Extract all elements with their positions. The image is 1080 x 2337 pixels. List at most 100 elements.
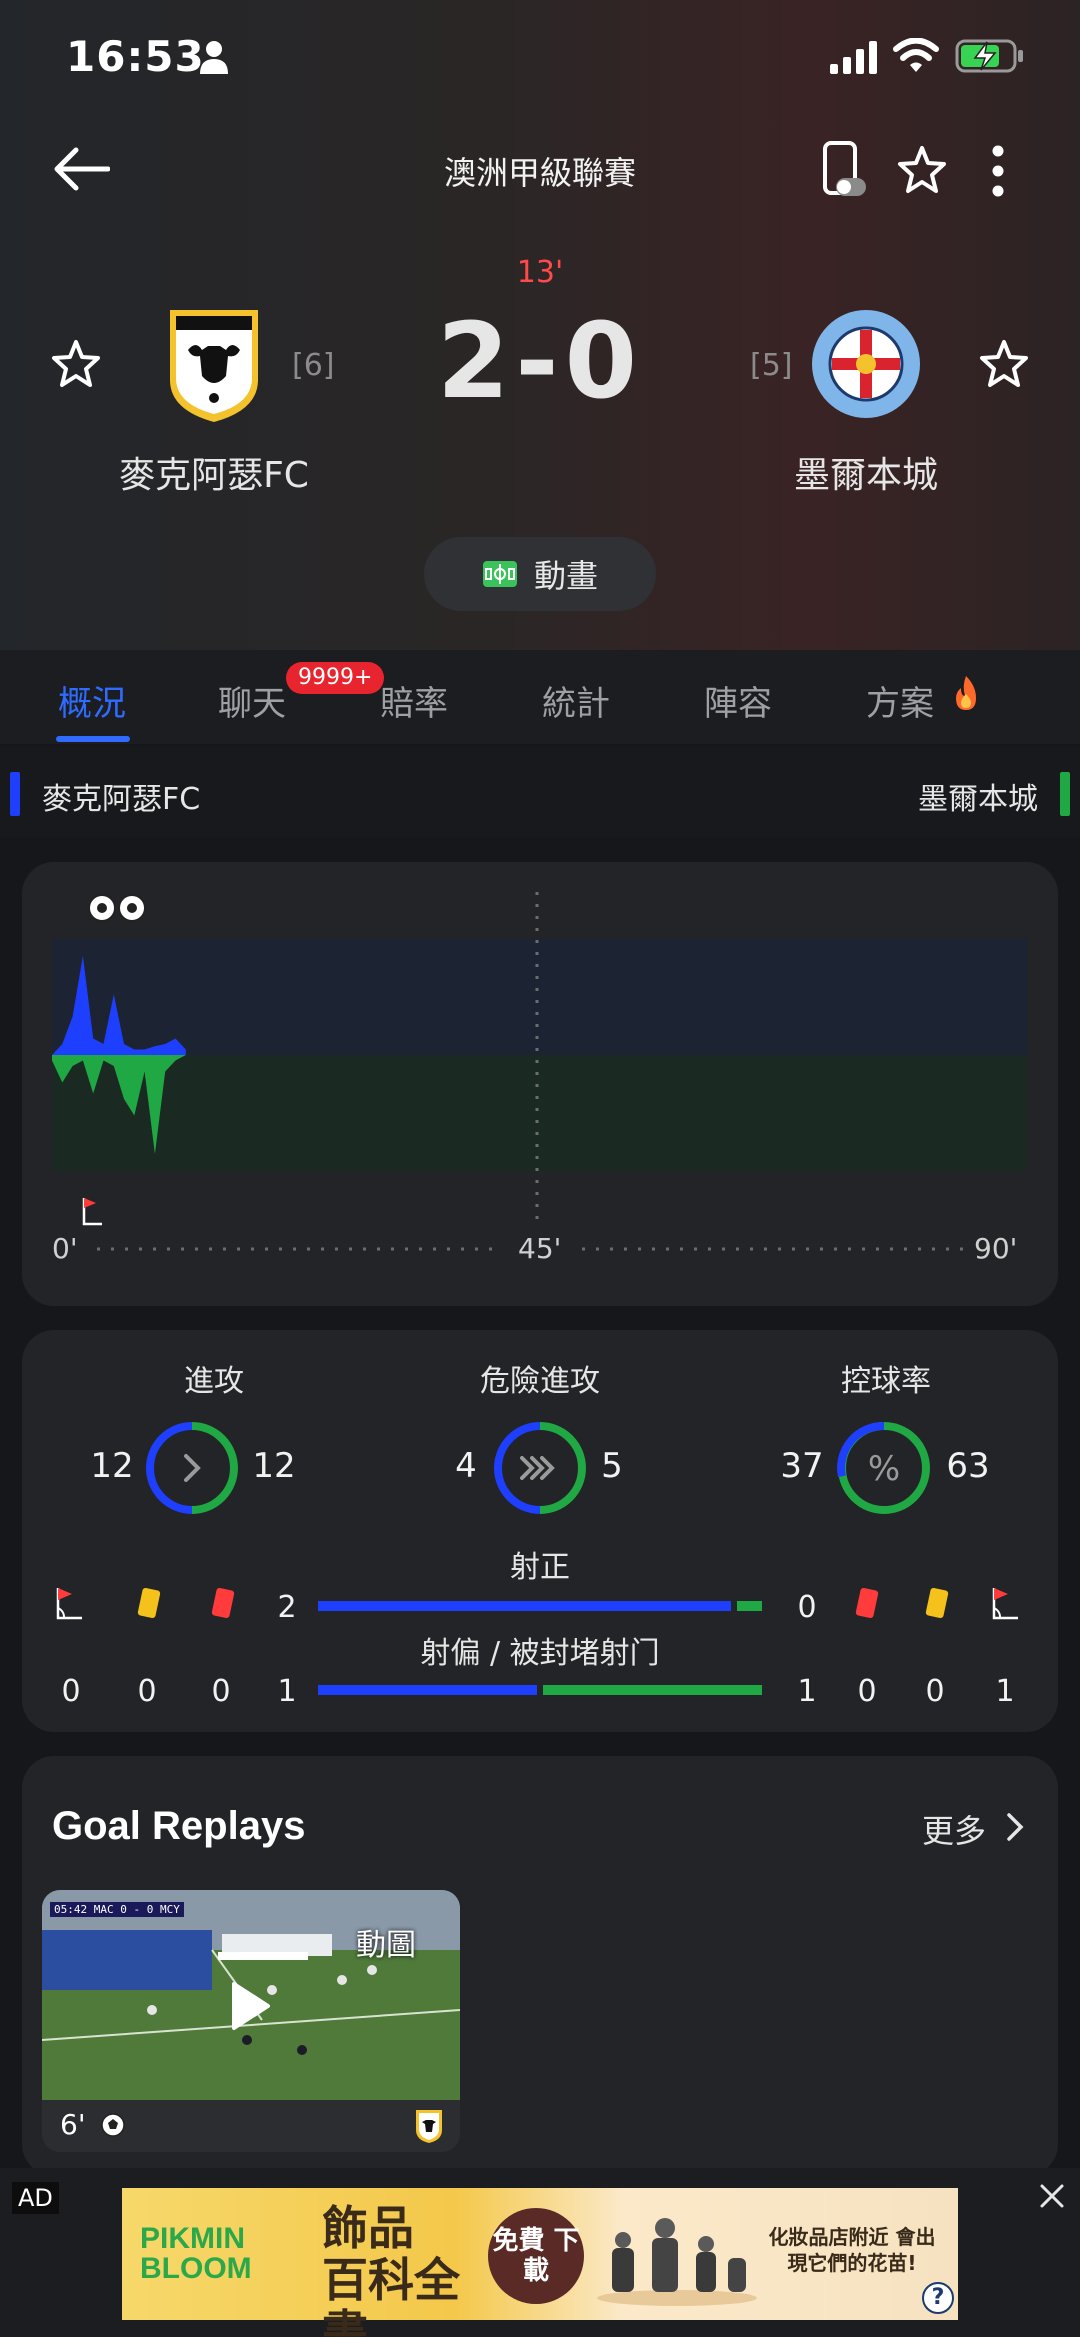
legend-home-name: 麥克阿瑟FC: [42, 782, 201, 817]
attack-label: 進攻: [184, 1364, 244, 1399]
axis-tick-45: 45': [518, 1232, 562, 1265]
favorite-away-star-icon[interactable]: [978, 338, 1030, 390]
favorite-home-star-icon[interactable]: [50, 338, 102, 390]
possession-home: 37: [780, 1446, 824, 1486]
cellular-signal-icon: [830, 41, 877, 74]
home-corner-flag-icon: [56, 1588, 82, 1620]
away-yellow-count: 0: [925, 1674, 945, 1709]
ad-download-button[interactable]: 免費 下載: [488, 2208, 584, 2304]
team-legend-bar: 麥克阿瑟FC 墨爾本城: [0, 746, 1080, 838]
shots-on-target-away: 0: [797, 1590, 817, 1625]
chevron-right-icon[interactable]: [1004, 1810, 1026, 1844]
shots-off-blocked-away: 1: [797, 1674, 817, 1709]
dangerous-attack-away: 5: [601, 1446, 623, 1486]
home-yellow-card-icon: [137, 1587, 161, 1619]
home-red-count: 0: [211, 1674, 231, 1709]
replays-title: Goal Replays: [52, 1804, 306, 1848]
league-title: 澳洲甲級聯賽: [443, 154, 636, 192]
wifi-icon: [893, 38, 939, 72]
home-color-marker: [10, 772, 20, 816]
broadcast-score-overlay: 05:42 MAC 0 - 0 MCY: [50, 1902, 184, 1917]
home-team-name[interactable]: 麥克阿瑟FC: [54, 446, 374, 498]
tab-overview[interactable]: 概況: [58, 676, 126, 725]
goal-minute: 6': [60, 2108, 86, 2141]
back-arrow-icon[interactable]: [52, 146, 110, 192]
goal-replays-card: Goal Replays 更多 05:42 MAC 0 - 0 MCY 動圖 6…: [22, 1756, 1058, 2176]
chat-count-badge: 9999+: [286, 662, 385, 694]
axis-tick-0: 0': [52, 1232, 78, 1265]
corner-event-icon: [82, 1198, 102, 1226]
pitch-animation-icon: [482, 561, 517, 587]
shots-on-target-away-bar: [737, 1601, 762, 1611]
fire-icon: [956, 676, 976, 710]
away-corners-count: 1: [995, 1674, 1015, 1709]
away-team-name[interactable]: 墨爾本城: [706, 446, 1026, 498]
match-header: 16:53 澳洲甲級聯賽 13' 2-0 [6] [5] 麥克阿瑟FC 墨爾本城…: [0, 0, 1080, 650]
shots-on-target-home: 2: [277, 1590, 297, 1625]
shots-off-blocked-label: 射偏 / 被封堵射门: [420, 1636, 660, 1671]
ad-help-icon[interactable]: ?: [922, 2282, 954, 2314]
attack-home: 12: [90, 1446, 134, 1486]
status-bar: 16:53: [0, 0, 1080, 120]
goal-event-icon: [88, 894, 116, 922]
momentum-timeline-card: 0' 45' 90': [22, 862, 1058, 1306]
home-yellow-count: 0: [137, 1674, 157, 1709]
tab-lineup[interactable]: 陣容: [704, 676, 772, 725]
tab-tips[interactable]: 方案: [866, 676, 934, 725]
ad-banner[interactable]: PIKMIN BLOOM 飾品 百科全書 免費 下載 化妝品店附近 會出現它們的…: [122, 2188, 958, 2337]
battery-charging-icon: [955, 39, 1023, 73]
attack-ring: [146, 1422, 238, 1514]
tab-chat[interactable]: 聊天: [218, 676, 286, 725]
away-team-logo[interactable]: [810, 308, 922, 420]
axis-tick-90: 90': [974, 1232, 1018, 1265]
close-icon[interactable]: [1038, 2182, 1066, 2210]
ad-brand: PIKMIN BLOOM: [140, 2222, 252, 2285]
possession-label: 控球率: [841, 1364, 931, 1399]
away-zone: [52, 1055, 1027, 1171]
status-time: 16:53: [66, 32, 205, 81]
goal-event-icon: [118, 894, 146, 922]
shots-off-blocked-home-bar: [318, 1685, 537, 1695]
home-zone: [52, 939, 1027, 1055]
favorite-star-icon[interactable]: [896, 144, 948, 196]
dangerous-attack-home: 4: [455, 1446, 477, 1486]
legend-away-name: 墨爾本城: [918, 782, 1038, 817]
replay-footer: 6': [42, 2100, 460, 2152]
ad-label: AD: [12, 2182, 59, 2214]
gif-tag: 動圖: [356, 1928, 416, 1963]
home-team-logo[interactable]: [166, 306, 262, 424]
dangerous-attack-label: 危險進攻: [480, 1364, 600, 1399]
home-red-card-icon: [211, 1587, 235, 1619]
possession-away: 63: [946, 1446, 990, 1486]
shots-off-blocked-away-bar: [543, 1685, 762, 1695]
ad-headline: 飾品 百科全書: [322, 2201, 460, 2337]
play-icon[interactable]: [228, 1980, 272, 2032]
tab-bar: 概況 聊天 9999+ 賠率 統計 陣容 方案: [0, 650, 1080, 744]
tab-odds[interactable]: 賠率: [380, 676, 448, 725]
away-yellow-card-icon: [925, 1587, 949, 1619]
shots-on-target-home-bar: [318, 1601, 731, 1611]
shots-on-target-label: 射正: [510, 1550, 570, 1585]
match-score: 2-0: [437, 300, 643, 422]
away-red-count: 0: [857, 1674, 877, 1709]
ad-illustration: [597, 2218, 757, 2306]
more-options-icon[interactable]: [988, 144, 1008, 198]
dangerous-attack-ring: [494, 1422, 586, 1514]
replay-video-thumbnail[interactable]: 05:42 MAC 0 - 0 MCY 動圖 6': [42, 1890, 460, 2152]
match-stats-card: 進攻 12 12 危險進攻 4 5 控球率 37 % 63 射正 2 0 0 0…: [22, 1330, 1058, 1732]
animation-label: 動畫: [533, 557, 598, 595]
shots-off-blocked-home: 1: [277, 1674, 297, 1709]
person-icon: [200, 41, 228, 74]
away-red-card-icon: [855, 1587, 879, 1619]
away-rank: [5]: [750, 348, 793, 383]
percent-icon: %: [868, 1449, 900, 1489]
animation-button[interactable]: 動畫: [424, 537, 656, 611]
home-corners-count: 0: [61, 1674, 81, 1709]
active-tab-indicator: [56, 736, 130, 742]
ad-side-text: 化妝品店附近 會出現它們的花苗!: [768, 2225, 936, 2275]
phone-toggle-icon[interactable]: [822, 140, 868, 200]
tab-stats[interactable]: 統計: [542, 676, 610, 725]
more-link[interactable]: 更多: [922, 1806, 986, 1852]
chevron-right-icon: [184, 1454, 201, 1482]
home-rank: [6]: [292, 348, 335, 383]
